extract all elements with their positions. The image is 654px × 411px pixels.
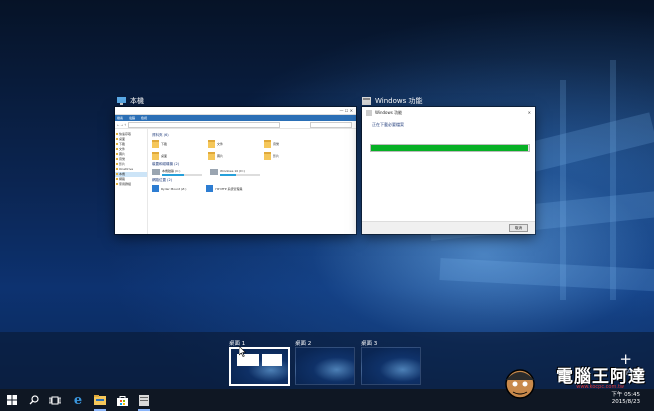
dialog-footer: 取消 — [362, 221, 535, 234]
folder-icon — [208, 152, 215, 160]
light-beam — [610, 60, 616, 300]
group-header[interactable]: 網路位置 (2) — [152, 178, 352, 183]
folder-icon — [152, 140, 159, 148]
store-button[interactable] — [114, 392, 130, 408]
folder-label: 文件 — [217, 142, 224, 146]
folder-label: 圖片 — [217, 154, 224, 158]
drive-label: 本機磁碟 (C:) — [162, 169, 181, 173]
window-title-label: 本機 — [130, 97, 144, 105]
windows-features-icon — [139, 394, 149, 406]
content-pane: 資料夾 (6) 下載 文件 音樂 桌面 圖片 影片 裝置和磁碟機 (2) 本機磁… — [148, 129, 356, 234]
window-controls[interactable]: — ☐ ✕ — [340, 108, 356, 113]
folder-item[interactable]: 影片 — [264, 152, 320, 160]
nav-arrows[interactable]: ← → ↑ — [117, 123, 126, 127]
window-preview — [262, 354, 282, 366]
start-icon — [7, 395, 17, 405]
desktop-label: 桌面 3 — [361, 341, 378, 347]
folder-item[interactable]: 圖片 — [208, 152, 264, 160]
folder-icon — [208, 140, 215, 148]
folder-icon — [152, 152, 159, 160]
progress-fill — [371, 145, 529, 151]
drive-icon — [152, 169, 160, 175]
file-explorer-button[interactable] — [92, 392, 108, 411]
drive-icon — [210, 169, 218, 175]
search-button[interactable] — [26, 392, 42, 408]
ribbon-tab[interactable]: 檔案 — [117, 115, 123, 121]
cancel-button[interactable]: 取消 — [509, 224, 528, 232]
light-beam — [560, 80, 566, 300]
drive-usage-bar — [220, 174, 260, 176]
dialog-titlebar: Windows 功能 ✕ — [362, 107, 535, 118]
group-header[interactable]: 資料夾 (6) — [152, 133, 352, 138]
window-title-explorer[interactable]: 本機 — [117, 96, 144, 106]
address-bar-row: ← → ↑ — [115, 121, 356, 129]
edge-icon: e — [73, 392, 83, 408]
start-button[interactable] — [4, 392, 20, 408]
network-label: Ryder Mount (Z:) — [161, 186, 187, 191]
clock-date: 2015/8/23 — [611, 399, 640, 405]
windows-features-icon — [362, 97, 371, 105]
folder-icon — [264, 140, 271, 148]
printer-icon — [206, 185, 214, 192]
drive-label: Windows 10 (D:) — [220, 169, 245, 173]
dialog-title: Windows 功能 — [375, 109, 403, 115]
folder-label: 影片 — [273, 154, 280, 158]
task-view-button[interactable] — [47, 392, 63, 408]
network-label: HP MFP 系統管理員 — [215, 186, 243, 191]
address-bar[interactable] — [128, 121, 281, 128]
progress-bar — [370, 144, 530, 152]
ribbon-tab[interactable]: 電腦 — [129, 115, 135, 121]
folder-label: 桌面 — [161, 154, 168, 158]
close-icon[interactable]: ✕ — [528, 110, 535, 115]
navigation-pane: 快速存取 桌面 下載 文件 圖片 音樂 影片 OneDrive 本機 網路 家用… — [115, 129, 148, 234]
drive-item[interactable]: 本機磁碟 (C:) — [152, 169, 204, 176]
taskbar-clock[interactable]: 下午 05:45 2015/8/23 — [611, 392, 640, 406]
network-drive-icon — [152, 185, 159, 192]
mouse-cursor-icon — [239, 346, 246, 357]
folder-grid: 下載 文件 音樂 桌面 圖片 影片 — [152, 140, 352, 160]
network-item[interactable]: Ryder Mount (Z:) — [152, 185, 186, 192]
drive-usage-fill — [162, 174, 184, 176]
nav-item[interactable]: 家用群組 — [115, 182, 147, 187]
computer-icon — [117, 97, 126, 105]
task-view-icon — [49, 396, 61, 404]
folder-item[interactable]: 桌面 — [152, 152, 208, 160]
search-icon — [29, 395, 39, 405]
network-item[interactable]: HP MFP 系統管理員 — [206, 185, 243, 192]
edge-button[interactable]: e — [70, 392, 86, 408]
network-list: Ryder Mount (Z:) HP MFP 系統管理員 — [152, 185, 352, 192]
store-icon — [116, 395, 128, 406]
file-explorer-icon — [94, 395, 106, 405]
windows-features-window[interactable]: Windows 功能 ✕ 正在下載必要檔案 取消 — [362, 107, 535, 234]
folder-item[interactable]: 文件 — [208, 140, 264, 148]
explorer-titlebar: — ☐ ✕ — [115, 107, 356, 115]
light-beam — [439, 258, 654, 292]
drive-list: 本機磁碟 (C:) Windows 10 (D:) — [152, 169, 352, 176]
folder-label: 音樂 — [273, 142, 280, 146]
desktop-thumbnail-2[interactable] — [295, 347, 355, 385]
drive-usage-fill — [220, 174, 236, 176]
windows-features-icon — [366, 109, 372, 116]
window-title-features[interactable]: Windows 功能 — [362, 96, 422, 106]
folder-label: 下載 — [161, 142, 168, 146]
desktop-label: 桌面 2 — [295, 341, 312, 347]
search-input[interactable] — [310, 121, 352, 128]
group-header[interactable]: 裝置和磁碟機 (2) — [152, 162, 352, 167]
folder-icon — [264, 152, 271, 160]
folder-item[interactable]: 下載 — [152, 140, 208, 148]
desktop-thumbnail-3[interactable] — [361, 347, 421, 385]
window-title-label: Windows 功能 — [375, 97, 423, 105]
explorer-body: 快速存取 桌面 下載 文件 圖片 音樂 影片 OneDrive 本機 網路 家用… — [115, 129, 356, 234]
watermark-url: www.kocpc.com.tw — [576, 384, 624, 390]
clock-time: 下午 05:45 — [611, 392, 640, 398]
file-explorer-window[interactable]: — ☐ ✕ 檔案 電腦 檢視 ← → ↑ 快速存取 桌面 下載 文件 圖片 音樂… — [115, 107, 356, 234]
folder-item[interactable]: 音樂 — [264, 140, 320, 148]
ribbon-tab[interactable]: 檢視 — [141, 115, 147, 121]
drive-item[interactable]: Windows 10 (D:) — [210, 169, 262, 176]
status-text: 正在下載必要檔案 — [372, 122, 404, 127]
drive-usage-bar — [162, 174, 202, 176]
windows-features-taskbar-button[interactable] — [136, 392, 152, 411]
